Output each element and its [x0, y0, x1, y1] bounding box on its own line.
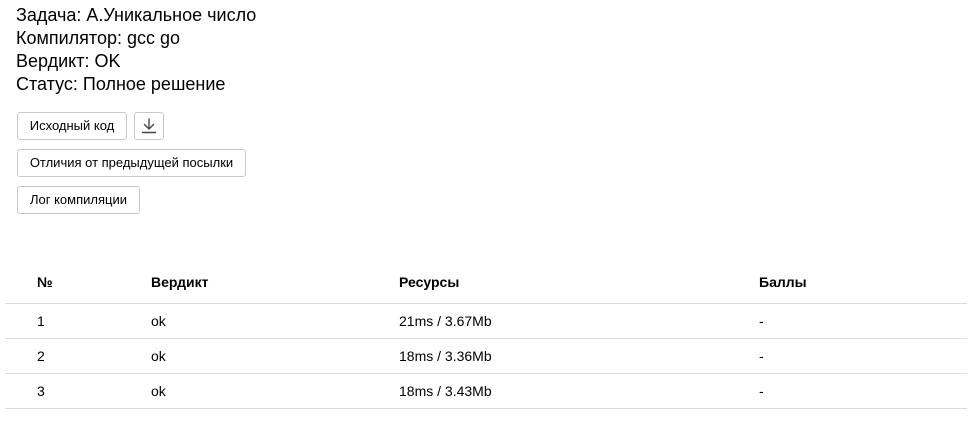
test-verdict: ok [151, 383, 166, 399]
compile-log-button[interactable]: Лог компиляции [17, 186, 140, 214]
test-verdict: ok [151, 313, 166, 329]
header-points: Баллы [759, 274, 807, 290]
download-icon [141, 118, 157, 134]
test-resources: 18ms / 3.43Mb [399, 383, 492, 399]
source-code-button[interactable]: Исходный код [17, 112, 127, 140]
task-name: Задача: А.Уникальное число [16, 5, 257, 25]
test-number: 3 [37, 383, 45, 399]
table-row: 1 ok 21ms / 3.67Mb - [5, 304, 967, 339]
verdict-info: Вердикт: OK [16, 51, 121, 71]
test-number: 1 [37, 313, 45, 329]
test-points: - [759, 313, 764, 329]
header-number: № [37, 274, 53, 290]
diff-previous-button[interactable]: Отличия от предыдущей посылки [17, 149, 246, 177]
test-points: - [759, 348, 764, 364]
header-resources: Ресурсы [399, 274, 460, 290]
test-resources: 18ms / 3.36Mb [399, 348, 492, 364]
compiler-info: Компилятор: gcc go [16, 28, 181, 48]
table-row: 3 ok 18ms / 3.43Mb - [5, 374, 967, 409]
results-table: № Вердикт Ресурсы Баллы 1 ok 21ms / 3.67… [5, 262, 967, 409]
test-points: - [759, 383, 764, 399]
test-verdict: ok [151, 348, 166, 364]
status-info: Статус: Полное решение [16, 74, 226, 94]
test-resources: 21ms / 3.67Mb [399, 313, 492, 329]
download-button[interactable] [134, 112, 164, 140]
submission-info: Задача: А.Уникальное число Компилятор: g… [16, 4, 256, 96]
test-number: 2 [37, 348, 45, 364]
table-row: 2 ok 18ms / 3.36Mb - [5, 339, 967, 374]
header-verdict: Вердикт [151, 274, 209, 290]
table-header-row: № Вердикт Ресурсы Баллы [5, 262, 967, 304]
